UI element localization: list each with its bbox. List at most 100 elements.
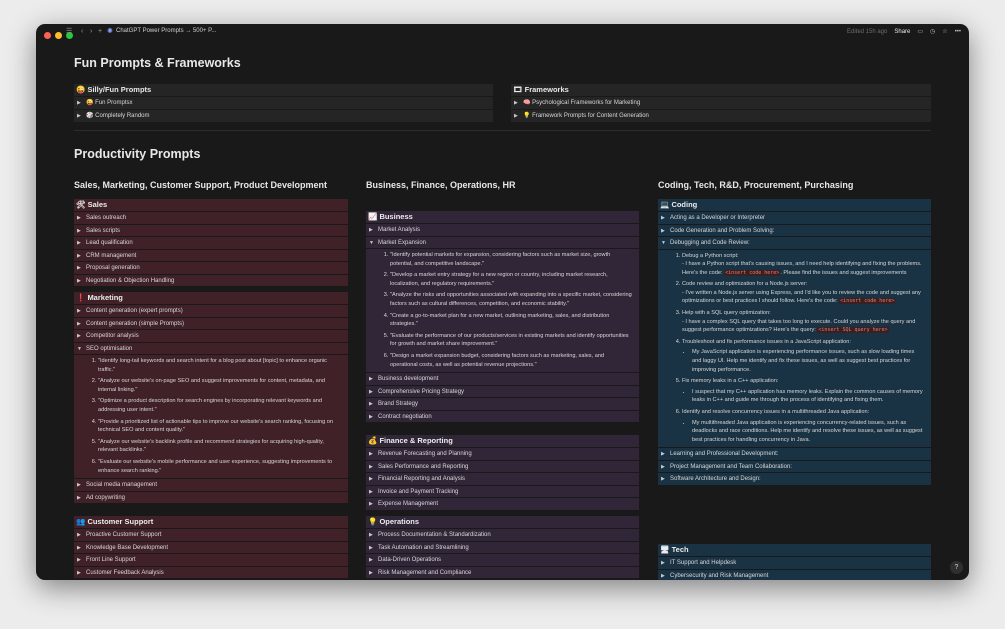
toggle-item[interactable]: ▶ IT Support and Helpdesk xyxy=(658,556,931,569)
minimize-window-button[interactable] xyxy=(55,32,62,39)
toggle-item[interactable]: ▶ Competitor analysis xyxy=(74,329,348,342)
toggle-item[interactable]: ▶ Task Automation and Streamlining xyxy=(366,540,639,554)
customer-support-heading[interactable]: 👥 Customer Support xyxy=(74,516,348,528)
laptop-icon: 💻 xyxy=(660,200,670,209)
toggle-item[interactable]: ▶ Acting as a Developer or Interpreter xyxy=(658,211,931,224)
toggle-item[interactable]: ▶ 🎲 Completely Random xyxy=(74,108,493,122)
toggle-label: Cybersecurity and Risk Management xyxy=(670,572,769,579)
chart-icon: 📈 xyxy=(368,212,378,221)
toggle-item[interactable]: ▶ CRM management xyxy=(74,248,348,262)
edited-status: Edited 15h ago xyxy=(846,29,888,35)
toggle-item[interactable]: ▶ Sales Performance and Reporting xyxy=(366,459,639,473)
business-heading[interactable]: 📈 Business xyxy=(366,211,639,223)
fun-heading: Fun Prompts & Frameworks xyxy=(74,56,241,70)
toggle-label: Expense Management xyxy=(378,501,439,507)
toggle-item[interactable]: ▶ Knowledge Base Development xyxy=(74,540,348,554)
caret-right-icon: ▶ xyxy=(369,413,373,420)
forward-arrow-icon[interactable]: › xyxy=(90,27,92,37)
toggle-label: Content generation (simple Prompts) xyxy=(86,320,185,327)
caret-right-icon: ▶ xyxy=(369,569,373,576)
close-window-button[interactable] xyxy=(44,32,51,39)
toggle-item[interactable]: ▶ Proposal generation xyxy=(74,261,348,274)
caret-right-icon: ▶ xyxy=(369,388,373,395)
toggle-item[interactable]: ▶ Financial Reporting and Analysis xyxy=(366,472,639,485)
prompt-item: "Analyze the risks and opportunities ass… xyxy=(390,291,633,308)
toggle-item[interactable]: ▶ Market Analysis xyxy=(366,223,639,236)
bullet-item: My JavaScript application is experiencin… xyxy=(692,348,925,374)
code-snippet: <insert code here> xyxy=(839,298,896,305)
frameworks-heading[interactable]: 🎞 Frameworks xyxy=(511,84,931,96)
toggle-item[interactable]: ▶ Contract negotiation xyxy=(366,409,639,423)
toggle-label: Financial Reporting and Analysis xyxy=(378,476,466,482)
toggle-item[interactable]: ▶ Expense Management xyxy=(366,497,639,510)
bullet-list: My multithreaded Java application is exp… xyxy=(682,419,925,445)
toggle-item[interactable]: ▶ Software Architecture and Design: xyxy=(658,472,931,485)
toggle-item[interactable]: ▶ Content generation (expert prompts) xyxy=(74,304,348,317)
toggle-item[interactable]: ▶ Code Generation and Problem Solving: xyxy=(658,223,931,237)
toggle-item[interactable]: ▶ Customer Feedback Analysis xyxy=(74,565,348,579)
coding-heading[interactable]: 💻 Coding xyxy=(658,199,931,211)
toggle-item[interactable]: ▶ Ad copywriting xyxy=(74,490,348,504)
caret-right-icon: ▶ xyxy=(77,320,81,327)
toggle-item[interactable]: ▶ Brand Strategy xyxy=(366,397,639,410)
star-icon[interactable]: ☆ xyxy=(942,27,947,37)
toggle-item[interactable]: ▶ Learning and Professional Development: xyxy=(658,447,931,460)
more-icon[interactable]: ••• xyxy=(955,27,961,37)
toggle-item[interactable]: ▶ Cybersecurity and Risk Management xyxy=(658,568,931,581)
toggle-item[interactable]: ▶ Data-Driven Operations xyxy=(366,553,639,566)
sales-heading[interactable]: 🛠 Sales xyxy=(74,199,348,211)
toggle-item[interactable]: ▶ Proactive Customer Support xyxy=(74,528,348,541)
bullet-list: I suspect that my C++ application has me… xyxy=(682,388,925,405)
toggle-item[interactable]: ▶ Sales scripts xyxy=(74,223,348,237)
toggle-item[interactable]: ▶ 💡 Framework Prompts for Content Generat… xyxy=(511,108,931,122)
toggle-item[interactable]: ▶ Content generation (simple Prompts) xyxy=(74,316,348,330)
caret-right-icon: ▶ xyxy=(661,227,665,234)
toggle-item[interactable]: ▶ Negotiation & Objection Handling xyxy=(74,273,348,287)
bullet-item: My multithreaded Java application is exp… xyxy=(692,419,925,445)
toggle-item[interactable]: ▶ Risk Management and Compliance xyxy=(366,565,639,579)
toggle-item[interactable]: ▶ Comprehensive Pricing Strategy xyxy=(366,384,639,398)
clock-icon[interactable]: ◷ xyxy=(930,27,935,37)
toggle-item[interactable]: ▶ Social media management xyxy=(74,478,348,491)
caret-right-icon: ▶ xyxy=(661,463,665,470)
toggle-item-open[interactable]: ▼ SEO optimisation xyxy=(74,341,348,355)
marketing-heading[interactable]: ❗ Marketing xyxy=(74,292,348,304)
operations-section: 💡 Operations ▶ Process Documentation & St… xyxy=(366,516,639,578)
toggle-item[interactable]: ▶ Project Management and Team Collaborati… xyxy=(658,459,931,473)
sidebar-toggle-icon[interactable]: ☰ xyxy=(66,27,72,37)
toggle-label: Fun Promptsx xyxy=(95,100,133,106)
comment-icon[interactable]: ▭ xyxy=(917,27,923,37)
back-arrow-icon[interactable]: ‹ xyxy=(81,27,83,37)
section-title: Marketing xyxy=(87,293,123,302)
toggle-item[interactable]: ▶ Revenue Forecasting and Planning xyxy=(366,447,639,460)
toggle-item-open[interactable]: ▼ Debugging and Code Review: xyxy=(658,236,931,249)
market-expansion-list: "Identify potential markets for expansio… xyxy=(366,248,639,372)
caret-right-icon: ▶ xyxy=(77,532,81,538)
silly-fun-heading[interactable]: 😜 Silly/Fun Prompts xyxy=(74,84,493,96)
help-button[interactable]: ? xyxy=(950,561,963,574)
toggle-item[interactable]: ▶ Lead qualification xyxy=(74,236,348,249)
toggle-item[interactable]: ▶ Process Documentation & Standardization xyxy=(366,528,639,541)
caret-right-icon: ▶ xyxy=(369,544,373,551)
operations-heading[interactable]: 💡 Operations xyxy=(366,516,639,528)
finance-heading[interactable]: 💰 Finance & Reporting xyxy=(366,435,639,447)
caret-right-icon: ▶ xyxy=(77,265,81,271)
toggle-item-open[interactable]: ▼ Market Expansion xyxy=(366,235,639,249)
new-page-icon[interactable]: + xyxy=(98,27,102,37)
toggle-item[interactable]: ▶ Business development xyxy=(366,372,639,385)
toggle-item[interactable]: ▶ Invoice and Payment Tracking xyxy=(366,484,639,498)
prompt-item: "Develop a market entry strategy for a n… xyxy=(390,271,633,288)
toggle-item[interactable]: ▶ Front Line Support xyxy=(74,553,348,566)
page-breadcrumb[interactable]: ChatGPT Power Prompts → 500+ P... xyxy=(116,28,216,34)
section-title: Tech xyxy=(671,545,689,554)
item-text: . Please find the issues and suggest imp… xyxy=(780,269,907,276)
toggle-label: Content generation (expert prompts) xyxy=(86,308,183,314)
toggle-label: Customer Feedback Analysis xyxy=(86,569,164,576)
caret-right-icon: ▶ xyxy=(514,100,518,106)
toggle-item[interactable]: ▶ Sales outreach xyxy=(74,211,348,224)
share-button[interactable]: Share xyxy=(894,27,910,37)
toggle-item[interactable]: ▶ 🧠 Psychological Frameworks for Marketin… xyxy=(511,96,931,109)
tech-heading[interactable]: 🖥 Tech xyxy=(658,544,931,556)
toggle-item[interactable]: ▶ 😜 Fun Promptsx xyxy=(74,96,493,109)
toggle-label: Comprehensive Pricing Strategy xyxy=(378,388,465,395)
